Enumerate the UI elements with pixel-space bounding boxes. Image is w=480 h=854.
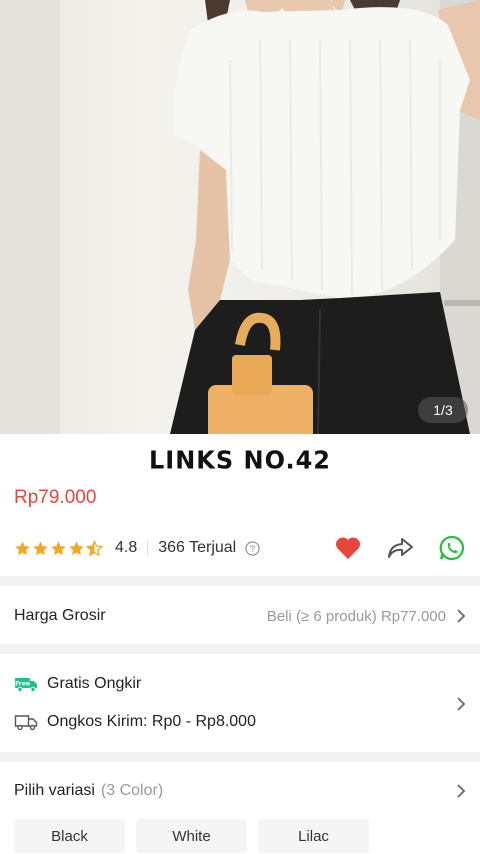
variant-count: (3 Color) (100, 782, 164, 799)
free-badge-text: Free (15, 681, 30, 688)
variant-selector-row[interactable]: Pilih variasi (3 Color) (14, 782, 466, 800)
image-counter: 1/3 (418, 397, 468, 423)
wholesale-label: Harga Grosir (14, 607, 106, 624)
star-icon (33, 540, 48, 555)
star-icon (69, 540, 84, 555)
star-half-icon (86, 539, 103, 556)
star-icon (51, 540, 66, 555)
chevron-right-icon (457, 697, 466, 711)
section-divider (0, 644, 480, 654)
section-divider (0, 576, 480, 586)
truck-icon (14, 715, 38, 731)
product-title: LINKS NO.42 (148, 445, 332, 475)
whatsapp-icon[interactable] (438, 535, 466, 561)
help-icon[interactable]: ? (245, 540, 260, 556)
wholesale-value: Beli (≥ 6 produk) Rp77.000 (266, 607, 446, 625)
free-shipping-label: Gratis Ongkir (47, 675, 142, 692)
product-price: Rp79.000 (14, 487, 97, 508)
wholesale-price-row[interactable]: Harga Grosir Beli (≥ 6 produk) Rp77.000 (0, 588, 480, 644)
product-photo-illustration (0, 0, 480, 434)
chevron-right-icon (457, 609, 466, 623)
variant-option-lilac[interactable]: Lilac (258, 819, 369, 853)
variant-option-white[interactable]: White (136, 819, 247, 853)
chevron-right-icon (457, 784, 466, 798)
shipping-section[interactable]: Free Gratis Ongkir Ongkos Kirim: Rp0 - R… (0, 656, 480, 752)
variant-option-black[interactable]: Black (14, 819, 125, 853)
heart-icon[interactable] (334, 535, 362, 561)
variant-label: Pilih variasi (14, 782, 95, 799)
shipping-cost-row: Ongkos Kirim: Rp0 - Rp8.000 (14, 713, 256, 731)
rating-value: 4.8 (115, 539, 138, 556)
product-actions (334, 535, 466, 561)
share-icon[interactable] (386, 535, 414, 561)
section-divider (0, 752, 480, 762)
rating-row: 4.8 366 Terjual ? (14, 535, 466, 561)
shipping-cost-label: Ongkos Kirim: Rp0 - Rp8.000 (47, 713, 256, 730)
sold-count: 366 Terjual (158, 539, 237, 556)
product-image[interactable]: 1/3 (0, 0, 480, 434)
divider (147, 540, 149, 556)
free-shipping-row: Free Gratis Ongkir (14, 675, 141, 693)
svg-text:?: ? (250, 543, 255, 553)
free-shipping-icon: Free (15, 678, 37, 693)
rating-stars (14, 539, 103, 557)
variant-options: Black White Lilac (14, 819, 369, 853)
star-icon (15, 540, 30, 555)
